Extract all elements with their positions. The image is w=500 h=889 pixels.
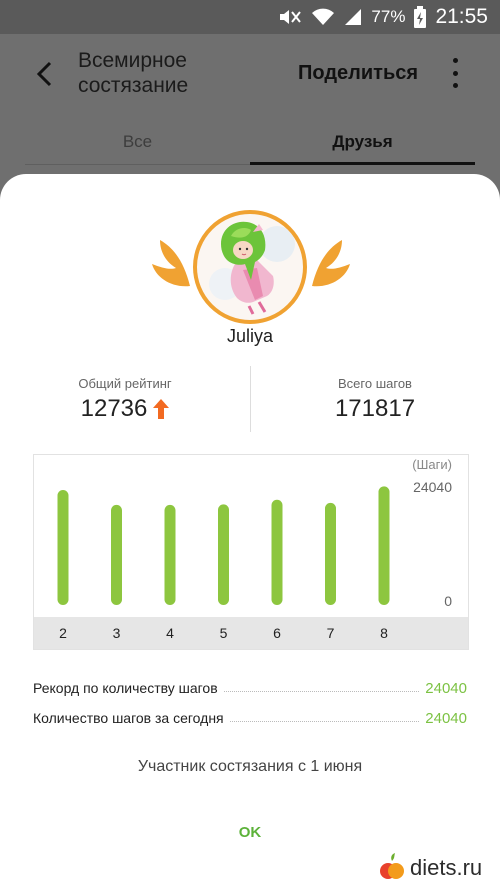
x-tick-label: 4 (166, 625, 174, 641)
record-value: 24040 (425, 679, 467, 697)
status-bar: 77% 21:55 (0, 0, 500, 34)
today-row: Количество шагов за сегодня 24040 (33, 708, 467, 728)
ok-button[interactable]: OK (200, 824, 300, 848)
chart-bar-6 (271, 499, 283, 605)
x-tick-label: 5 (219, 625, 228, 641)
y-tick-min: 0 (444, 593, 452, 609)
tab-bar: Все Друзья (0, 120, 500, 166)
total-steps-stat: Всего шагов 171817 (250, 366, 500, 423)
chart-bar-8 (378, 486, 390, 605)
rating-stat: Общий рейтинг 12736 (0, 366, 250, 423)
wifi-icon (311, 7, 335, 27)
x-tick-label: 8 (380, 625, 388, 641)
right-wing-icon (312, 240, 350, 287)
x-tick-label: 6 (273, 625, 281, 641)
more-dot (452, 83, 458, 88)
dotted-leader (223, 690, 420, 692)
record-row: Рекорд по количеству шагов 24040 (33, 678, 467, 698)
total-steps-value: 171817 (334, 395, 416, 422)
watermark-text: diets.ru (410, 855, 483, 880)
x-tick-label: 3 (112, 625, 121, 641)
total-steps-label: Всего шагов (338, 376, 412, 391)
chart-x-axis: 2 3 4 5 6 7 8 (34, 617, 468, 649)
tab-friends[interactable]: Друзья (250, 120, 475, 164)
member-since: Участник состязания с 1 июня (137, 758, 363, 775)
x-tick-label: 7 (326, 625, 335, 641)
chart-plot (57, 486, 390, 605)
arrow-up-icon (153, 399, 170, 419)
more-dot (452, 70, 458, 76)
avatar[interactable] (193, 210, 307, 324)
watermark: diets.ru (378, 850, 500, 886)
stats-panel: Общий рейтинг 12736 Всего шагов 171817 (0, 366, 500, 432)
chart-y-label: (Шаги) (412, 457, 452, 472)
today-value: 24040 (425, 709, 467, 727)
today-label: Количество шагов за сегодня (33, 710, 224, 726)
battery-charging-icon (413, 6, 427, 28)
apple-logo-icon (380, 853, 404, 879)
battery-percent: 77% (371, 7, 406, 26)
share-button[interactable]: Поделиться (298, 62, 418, 85)
chart-bar-5 (218, 504, 229, 605)
tab-all[interactable]: Все (25, 120, 250, 164)
clock: 21:55 (435, 5, 488, 28)
back-arrow-icon (36, 61, 52, 87)
y-tick-max: 24040 (413, 479, 452, 495)
chart-bar-3 (111, 504, 122, 605)
dotted-leader (229, 720, 420, 722)
more-dot (452, 58, 458, 63)
mute-icon (277, 7, 303, 27)
avatar-image (193, 210, 307, 324)
record-label: Рекорд по количеству шагов (33, 680, 218, 696)
steps-chart: (Шаги) 24040 0 2 3 4 5 6 7 8 (33, 454, 469, 650)
rating-label: Общий рейтинг (78, 376, 172, 391)
rating-value-wrap: 12736 (81, 395, 170, 423)
profile-dialog: Juliya Общий рейтинг 12736 Всего шагов 1… (0, 174, 500, 889)
app-bar: Всемирное состязание Поделиться (0, 34, 500, 116)
more-options-button[interactable] (444, 58, 466, 88)
chart-bar-2 (57, 489, 69, 605)
x-tick-label: 2 (59, 625, 67, 641)
rating-value: 12736 (80, 395, 148, 422)
left-wing-icon (152, 240, 190, 287)
page-title: Всемирное состязание (78, 49, 189, 97)
signal-icon (343, 7, 363, 27)
profile-name: Juliya (226, 326, 274, 346)
back-button[interactable] (28, 56, 60, 92)
chart-bar-4 (164, 504, 176, 605)
chart-bar-7 (325, 502, 336, 605)
tab-active-indicator (250, 162, 475, 165)
